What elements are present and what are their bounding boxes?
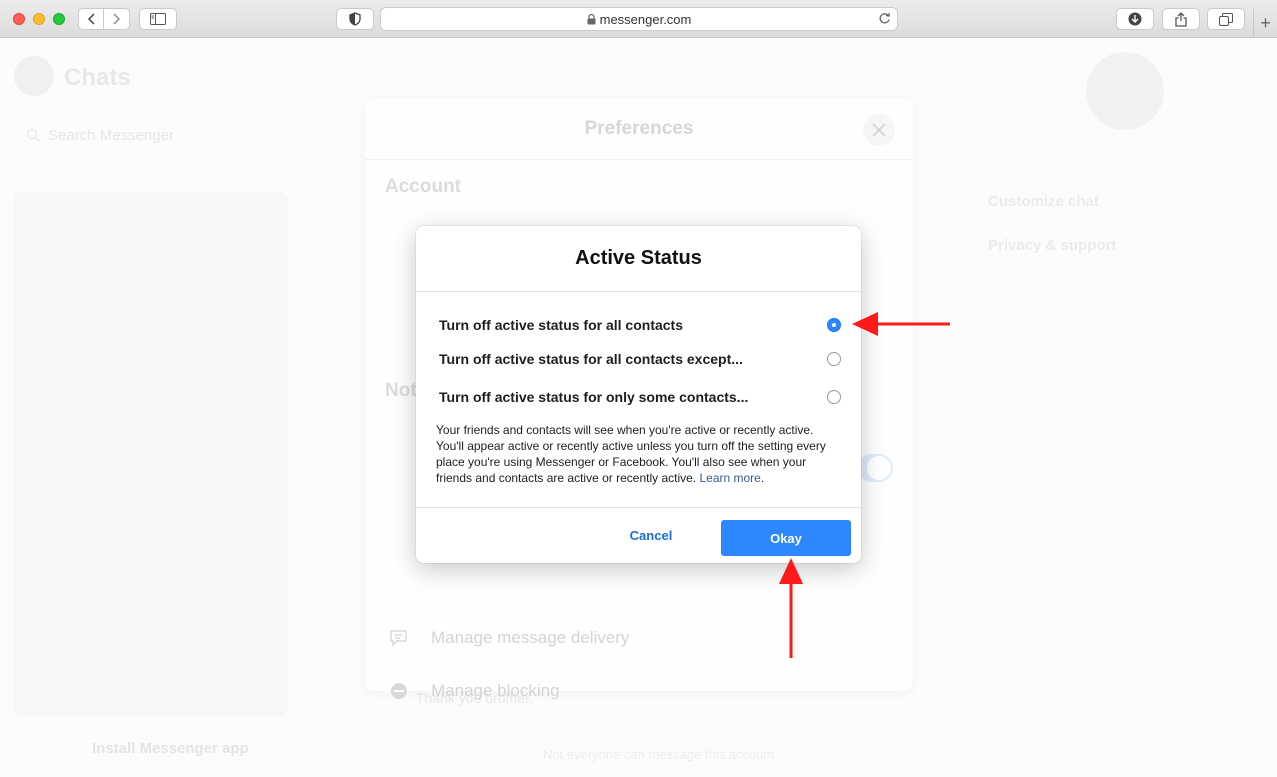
dialog-title: Active Status	[575, 247, 702, 269]
chevron-right-icon	[113, 13, 121, 25]
back-button[interactable]	[79, 9, 104, 29]
dialog-header: Active Status	[416, 226, 861, 292]
option-only-some[interactable]: Turn off active status for only some con…	[439, 384, 841, 410]
tabs-icon	[1219, 12, 1233, 26]
new-tab-button[interactable]: +	[1253, 9, 1277, 37]
chevron-left-icon	[87, 13, 95, 25]
reload-icon[interactable]	[878, 12, 891, 28]
option-all-except[interactable]: Turn off active status for all contacts …	[439, 346, 841, 372]
lock-icon	[587, 13, 596, 25]
forward-button[interactable]	[104, 9, 129, 29]
plus-icon: +	[1260, 12, 1271, 33]
option-label: Turn off active status for all contacts …	[439, 351, 743, 367]
learn-more-link[interactable]: Learn more	[699, 471, 760, 485]
option-label: Turn off active status for only some con…	[439, 389, 749, 405]
radio-unselected-icon[interactable]	[827, 390, 841, 404]
zoom-window-button[interactable]	[53, 13, 65, 25]
url-text: messenger.com	[599, 11, 692, 27]
share-icon	[1175, 11, 1187, 27]
option-all-contacts[interactable]: Turn off active status for all contacts	[439, 312, 841, 338]
description-text: Your friends and contacts will see when …	[436, 423, 826, 485]
privacy-report-button[interactable]	[336, 8, 374, 30]
active-status-dialog: Active Status Turn off active status for…	[416, 226, 861, 563]
downloads-button[interactable]	[1116, 8, 1154, 30]
tab-overview-button[interactable]	[1207, 8, 1245, 30]
okay-button[interactable]: Okay	[721, 520, 851, 556]
option-label: Turn off active status for all contacts	[439, 317, 684, 333]
download-icon	[1128, 12, 1142, 26]
minimize-window-button[interactable]	[33, 13, 45, 25]
close-window-button[interactable]	[13, 13, 25, 25]
dialog-footer: Cancel Okay	[416, 507, 861, 563]
shield-icon	[349, 12, 361, 26]
history-nav	[78, 8, 130, 30]
share-button[interactable]	[1162, 8, 1200, 30]
description-period: .	[760, 471, 765, 485]
browser-toolbar: messenger.com +	[0, 0, 1277, 38]
sidebar-icon	[150, 13, 166, 25]
cancel-button[interactable]: Cancel	[616, 524, 686, 546]
address-bar[interactable]: messenger.com	[380, 7, 898, 31]
radio-selected-icon[interactable]	[827, 318, 841, 332]
dialog-description: Your friends and contacts will see when …	[436, 422, 840, 486]
radio-unselected-icon[interactable]	[827, 352, 841, 366]
sidebar-toggle-button[interactable]	[139, 8, 177, 30]
